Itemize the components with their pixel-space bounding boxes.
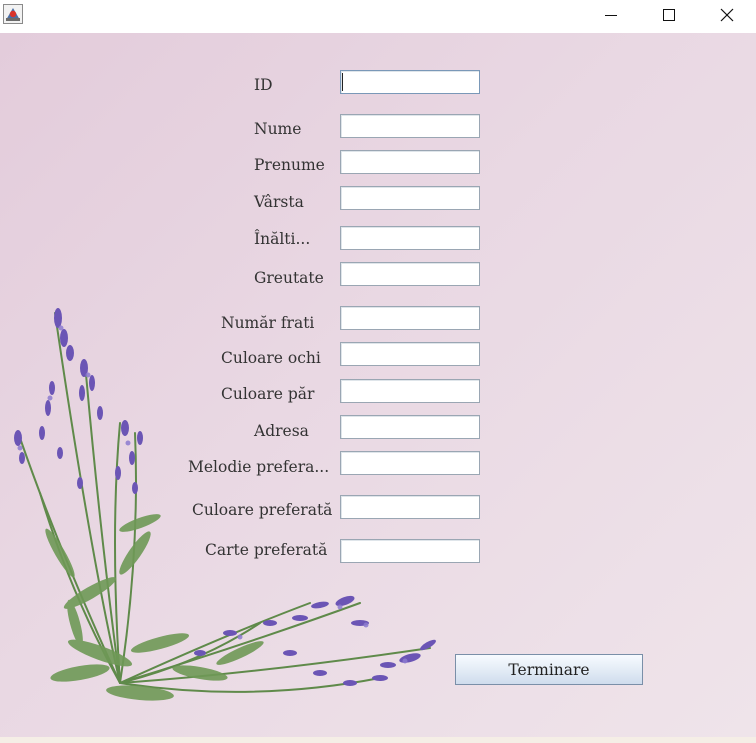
culoare-ochi-input[interactable] — [340, 342, 480, 366]
nume-input[interactable] — [340, 114, 480, 138]
label-greutate: Greutate — [254, 269, 324, 287]
numar-frati-input[interactable] — [340, 306, 480, 330]
varsta-input[interactable] — [340, 186, 480, 210]
minimize-button[interactable] — [582, 0, 640, 29]
carte-preferata-input[interactable] — [340, 539, 480, 563]
adresa-input[interactable] — [340, 415, 480, 439]
terminare-button[interactable]: Terminare — [455, 654, 643, 685]
label-nume: Nume — [254, 120, 302, 138]
title-bar — [0, 0, 756, 33]
label-id: ID — [254, 76, 273, 94]
melodie-preferata-input[interactable] — [340, 451, 480, 475]
label-melodie-preferata: Melodie prefera... — [188, 458, 330, 476]
prenume-input[interactable] — [340, 150, 480, 174]
label-varsta: Vârsta — [254, 193, 304, 211]
close-button[interactable] — [698, 0, 756, 29]
label-culoare-ochi: Culoare ochi — [221, 349, 321, 367]
label-inaltime: Înălti... — [254, 230, 311, 248]
text-caret — [342, 73, 343, 91]
culoare-par-input[interactable] — [340, 379, 480, 403]
label-culoare-preferata: Culoare preferată — [192, 501, 333, 519]
minimize-icon — [605, 14, 617, 16]
close-icon — [720, 8, 734, 21]
culoare-preferata-input[interactable] — [340, 495, 480, 519]
inaltime-input[interactable] — [340, 226, 480, 250]
label-numar-frati: Număr frati — [221, 314, 315, 332]
id-input[interactable] — [340, 70, 480, 94]
label-culoare-par: Culoare păr — [221, 385, 315, 403]
label-carte-preferata: Carte preferată — [205, 541, 328, 559]
maximize-icon — [663, 8, 675, 21]
java-app-icon[interactable] — [3, 4, 23, 24]
label-adresa: Adresa — [254, 422, 309, 440]
form-panel: ID Nume Prenume Vârsta Înălti... Greutat… — [0, 33, 756, 737]
maximize-button[interactable] — [640, 0, 698, 29]
label-prenume: Prenume — [254, 156, 325, 174]
greutate-input[interactable] — [340, 262, 480, 286]
window-bottom-border — [0, 737, 756, 743]
